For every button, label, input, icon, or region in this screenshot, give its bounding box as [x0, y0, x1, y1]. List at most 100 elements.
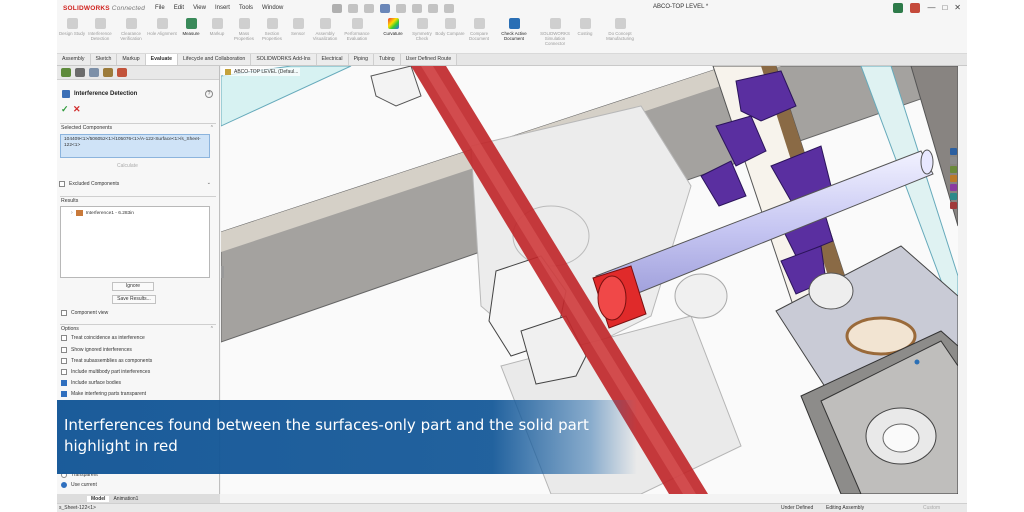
option-coincidence[interactable]: Treat coincidence as interference: [61, 334, 145, 342]
hole-alignment-icon: [156, 18, 168, 29]
status-units[interactable]: Custom: [923, 505, 940, 511]
view-palette-icon[interactable]: [949, 175, 957, 182]
tab-electrical[interactable]: Electrical: [316, 54, 349, 65]
collapse-icon: ⌃: [209, 326, 214, 332]
performance-evaluation-button[interactable]: Performance Evaluation: [342, 18, 372, 41]
tab-animation[interactable]: Animation1: [109, 496, 142, 502]
help-icon[interactable]: [910, 3, 921, 13]
appearances-icon[interactable]: [949, 184, 957, 191]
status-selection: s_Sheet-122<1>: [59, 505, 96, 511]
results-header[interactable]: Results: [60, 196, 216, 205]
symmetry-check-icon: [416, 18, 428, 29]
open-icon[interactable]: [348, 3, 359, 13]
manager-tabs: [57, 66, 219, 80]
interference-detection-button[interactable]: Interference Detection: [85, 18, 115, 41]
tab-user-defined-route[interactable]: User Defined Route: [400, 54, 458, 65]
cancel-button[interactable]: ✕: [73, 104, 81, 115]
excluded-components-toggle[interactable]: Excluded Components: [59, 180, 119, 188]
result-item[interactable]: › Interference1 - 6.283in: [71, 210, 134, 216]
feature-tree-flyout[interactable]: ABCO-TOP LEVEL (Defaul...: [223, 68, 301, 76]
tab-assembly[interactable]: Assembly: [57, 54, 91, 65]
ok-button[interactable]: ✓: [61, 104, 69, 115]
body-compare-button[interactable]: Body Compare: [435, 18, 465, 36]
results-list[interactable]: › Interference1 - 6.283in: [60, 206, 210, 278]
menu-tools[interactable]: Tools: [239, 5, 253, 11]
custom-properties-icon[interactable]: [949, 193, 957, 200]
hex-block-top[interactable]: [370, 66, 422, 107]
tab-evaluate[interactable]: Evaluate: [145, 54, 179, 65]
property-manager-icon[interactable]: [75, 68, 85, 77]
design-library-icon[interactable]: [949, 157, 957, 164]
clearance-verification-button[interactable]: Clearance Verification: [116, 18, 146, 41]
options-header[interactable]: Options ⌃: [60, 324, 216, 333]
design-study-icon: [66, 18, 78, 29]
option-transparent-parts[interactable]: Make interfering parts transparent: [61, 390, 146, 398]
tab-tubing[interactable]: Tubing: [373, 54, 401, 65]
menu-view[interactable]: View: [193, 5, 206, 11]
minimize-button[interactable]: —: [927, 3, 935, 13]
tab-sketch[interactable]: Sketch: [90, 54, 118, 65]
task-pane: [948, 146, 958, 241]
selected-components-header[interactable]: Selected Components ⌃: [60, 123, 216, 132]
save-icon[interactable]: [364, 3, 375, 13]
options-icon[interactable]: [444, 3, 455, 13]
print-icon[interactable]: [380, 3, 391, 13]
markup-button[interactable]: Markup: [202, 18, 232, 36]
markup-icon: [211, 18, 223, 29]
display-manager-icon[interactable]: [117, 68, 127, 77]
tab-piping[interactable]: Piping: [348, 54, 374, 65]
save-results-button[interactable]: Save Results...: [112, 295, 156, 304]
ignore-button[interactable]: Ignore: [112, 282, 154, 291]
curvature-button[interactable]: Curvature: [378, 18, 408, 36]
panel-splitter[interactable]: [221, 266, 224, 278]
simulation-connector-button[interactable]: SOLIDWORKS Simulation Connector: [535, 18, 575, 46]
feature-tree-icon[interactable]: [61, 68, 71, 77]
expand-arrow-icon[interactable]: ›: [71, 210, 73, 216]
manufacturing-button[interactable]: Do Concept Manufacturing: [603, 18, 637, 41]
expand-icon[interactable]: ⌄: [207, 180, 211, 186]
calculate-button[interactable]: Calculate: [117, 163, 138, 169]
body-compare-icon: [444, 18, 456, 29]
tab-markup[interactable]: Markup: [117, 54, 146, 65]
component-view-checkbox[interactable]: Component view: [61, 309, 108, 317]
menu-edit[interactable]: Edit: [174, 5, 184, 11]
config-manager-icon[interactable]: [89, 68, 99, 77]
resources-icon[interactable]: [949, 148, 957, 155]
hole-alignment-button[interactable]: Hole Alignment: [147, 18, 177, 36]
compare-document-button[interactable]: Compare Document: [464, 18, 494, 41]
check-document-icon: [508, 18, 520, 29]
undo-icon[interactable]: [396, 3, 407, 13]
symmetry-check-button[interactable]: Symmetry Check: [407, 18, 437, 41]
dimxpert-icon[interactable]: [103, 68, 113, 77]
origin-marker: [914, 359, 920, 365]
tab-lifecycle[interactable]: Lifecycle and Collaboration: [178, 54, 252, 65]
help-icon[interactable]: ?: [205, 90, 213, 98]
forum-icon[interactable]: [949, 202, 957, 209]
option-surface-bodies[interactable]: Include surface bodies: [61, 379, 121, 387]
collab-icon[interactable]: [893, 3, 904, 13]
menu-window[interactable]: Window: [262, 5, 283, 11]
menu-insert[interactable]: Insert: [215, 5, 230, 11]
new-icon[interactable]: [332, 3, 343, 13]
selected-components-list[interactable]: 104409<1>/506052<1>/105076<1>/A-122-Surf…: [60, 134, 210, 158]
curvature-icon: [387, 18, 399, 29]
close-button[interactable]: ✕: [954, 3, 961, 13]
mass-properties-button[interactable]: Mass Properties: [229, 18, 259, 41]
tab-addins[interactable]: SOLIDWORKS Add-Ins: [251, 54, 317, 65]
check-active-document-button[interactable]: Check Active Document: [497, 18, 531, 41]
file-explorer-icon[interactable]: [949, 166, 957, 173]
option-subassemblies[interactable]: Treat subassemblies as components: [61, 357, 152, 365]
option-show-ignored[interactable]: Show ignored interferences: [61, 346, 132, 354]
rebuild-icon[interactable]: [428, 3, 439, 13]
maximize-button[interactable]: □: [942, 3, 947, 13]
app-logo[interactable]: SOLIDWORKS Connected: [63, 5, 145, 12]
option-multibody[interactable]: Include multibody part interferences: [61, 368, 150, 376]
costing-button[interactable]: Costing: [570, 18, 600, 36]
option-use-current[interactable]: Use current: [61, 481, 97, 489]
tab-model[interactable]: Model: [87, 495, 110, 502]
design-study-button[interactable]: Design Study: [57, 18, 87, 36]
menu-file[interactable]: File: [155, 5, 165, 11]
select-icon[interactable]: [412, 3, 423, 13]
sensor-button[interactable]: Sensor: [283, 18, 313, 36]
assembly-visualization-button[interactable]: Assembly Visualization: [310, 18, 340, 41]
